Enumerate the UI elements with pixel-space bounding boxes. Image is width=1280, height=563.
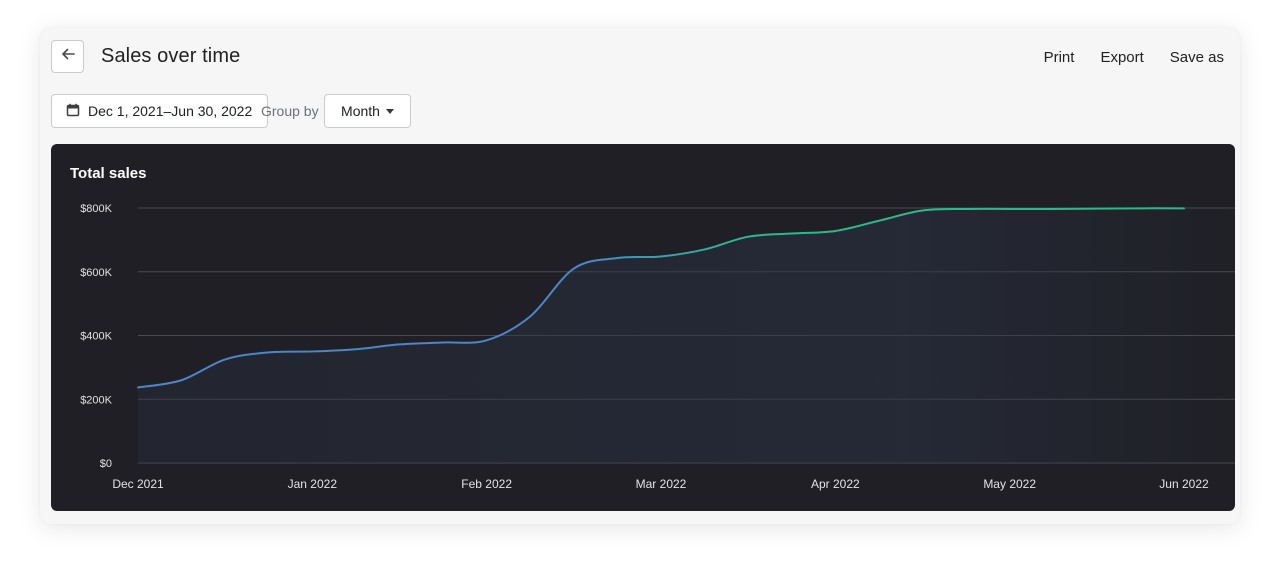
date-range-picker[interactable]: Dec 1, 2021–Jun 30, 2022	[51, 94, 269, 128]
y-tick-label: $400K	[80, 331, 112, 343]
y-tick-label: $800K	[80, 203, 112, 215]
y-tick-label: $200K	[80, 394, 112, 406]
caret-down-icon	[385, 109, 394, 114]
x-tick-label: May 2022	[983, 477, 1036, 491]
back-button[interactable]	[51, 40, 84, 73]
x-tick-label: Mar 2022	[636, 477, 687, 491]
page-title: Sales over time	[101, 45, 241, 67]
export-button[interactable]: Export	[1100, 49, 1143, 66]
x-tick-label: Jan 2022	[288, 477, 338, 491]
x-tick-label: Dec 2021	[112, 477, 164, 491]
report-card: Sales over time Print Export Save as Dec…	[40, 28, 1240, 524]
chart-panel: Total sales $800K $600K $400K $200K $0 Dec 20…	[51, 144, 1235, 511]
print-button[interactable]: Print	[1044, 49, 1075, 66]
y-tick-label: $0	[100, 458, 112, 470]
x-tick-label: Apr 2022	[811, 477, 860, 491]
group-by-value: Month	[341, 103, 380, 119]
group-by-label: Group by	[261, 103, 319, 119]
arrow-left-icon	[60, 46, 76, 67]
date-range-label: Dec 1, 2021–Jun 30, 2022	[88, 103, 253, 119]
x-tick-label: Feb 2022	[461, 477, 512, 491]
group-by-select[interactable]: Month	[324, 94, 411, 128]
sales-line-chart: $800K $600K $400K $200K $0Dec 2021 Jan 2022 Fe…	[80, 203, 1235, 491]
y-tick-label: $600K	[80, 267, 112, 279]
x-tick-label: Jun 2022	[1159, 477, 1209, 491]
calendar-icon	[66, 103, 80, 120]
header-actions: Print Export Save as	[1044, 49, 1224, 66]
save-as-button[interactable]: Save as	[1170, 49, 1224, 66]
